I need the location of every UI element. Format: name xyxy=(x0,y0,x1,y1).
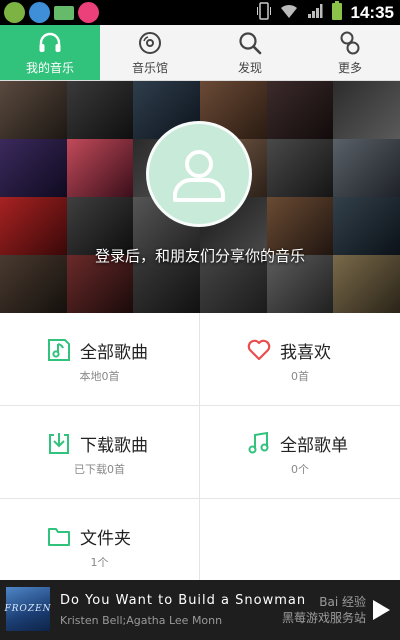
entry-count: 1个 xyxy=(90,556,109,569)
app-notification-icon xyxy=(4,2,25,23)
download-icon xyxy=(49,433,69,454)
play-icon[interactable] xyxy=(370,598,392,622)
more-icon xyxy=(340,31,360,55)
flower-notification-icon xyxy=(78,2,99,23)
tab-bar: 我的音乐 音乐馆 发现 更多 xyxy=(0,25,400,81)
all-songs-entry[interactable]: 全部歌曲 本地0首 xyxy=(0,313,200,406)
music-note-icon xyxy=(48,339,70,361)
battery-icon xyxy=(331,0,343,25)
entry-count: 0首 xyxy=(291,370,309,383)
entry-count: 本地0首 xyxy=(79,370,120,383)
tab-label: 发现 xyxy=(237,61,262,75)
entry-title: 全部歌曲 xyxy=(80,342,148,363)
album-cover[interactable]: FROZEN xyxy=(4,587,52,631)
album-tile xyxy=(333,81,400,139)
heart-icon xyxy=(247,339,271,361)
disc-icon xyxy=(139,32,161,54)
user-avatar-button[interactable] xyxy=(146,121,252,227)
entry-title: 全部歌单 xyxy=(280,435,348,456)
login-prompt-link[interactable]: 登录后，和朋友们分享你的音乐 xyxy=(0,245,400,266)
tab-more[interactable]: 更多 xyxy=(300,25,400,80)
headphones-icon xyxy=(39,32,61,52)
entry-count: 已下载0首 xyxy=(74,463,125,476)
envelope-notification-icon xyxy=(54,5,74,20)
tab-label: 我的音乐 xyxy=(25,61,74,75)
notification-icons xyxy=(4,2,99,23)
library-grid: 全部歌曲 本地0首 我喜欢 0首 下载歌曲 已下载0首 全部歌单 0个 文件夹 … xyxy=(0,313,400,580)
watermark-line: Bai 经验 xyxy=(319,595,366,609)
tab-label: 音乐馆 xyxy=(131,61,168,75)
profile-banner: 登录后，和朋友们分享你的音乐 xyxy=(0,81,400,313)
search-icon xyxy=(239,32,262,55)
tab-label: 更多 xyxy=(337,61,362,75)
signal-icon xyxy=(307,3,323,23)
album-tile xyxy=(66,139,134,197)
tab-music-hall[interactable]: 音乐馆 xyxy=(100,25,200,80)
all-playlists-entry[interactable]: 全部歌单 0个 xyxy=(200,406,400,499)
album-tile xyxy=(266,81,334,139)
album-tile xyxy=(266,139,334,197)
clock: 14:35 xyxy=(350,2,394,22)
vibrate-icon xyxy=(256,1,271,24)
wifi-icon xyxy=(279,3,299,23)
entry-title: 下载歌曲 xyxy=(80,435,148,456)
folders-entry[interactable]: 文件夹 1个 xyxy=(0,499,200,580)
tab-my-music[interactable]: 我的音乐 xyxy=(0,25,100,80)
artist-name: Kristen Bell;Agatha Lee Monn xyxy=(60,614,223,627)
watermark: Bai 经验 黑莓游戏服务站 xyxy=(282,594,366,626)
favorites-entry[interactable]: 我喜欢 0首 xyxy=(200,313,400,406)
playlist-icon xyxy=(248,431,269,454)
entry-title: 我喜欢 xyxy=(280,342,331,363)
mini-player[interactable]: FROZEN Do You Want to Build a Snowman Kr… xyxy=(0,580,400,640)
album-tile xyxy=(0,81,67,139)
cover-title: FROZEN xyxy=(4,604,52,614)
watermark-line: 黑莓游戏服务站 xyxy=(281,611,366,625)
song-title: Do You Want to Build a Snowman xyxy=(60,593,307,608)
folder-icon xyxy=(48,528,70,546)
entry-count: 0个 xyxy=(291,463,309,476)
album-tile xyxy=(333,139,400,197)
album-tile xyxy=(0,139,67,197)
downloaded-songs-entry[interactable]: 下载歌曲 已下载0首 xyxy=(0,406,200,499)
tab-discover[interactable]: 发现 xyxy=(200,25,300,80)
globe-notification-icon xyxy=(29,2,50,23)
album-tile xyxy=(66,81,134,139)
entry-title: 文件夹 xyxy=(80,528,131,549)
status-bar: 14:35 xyxy=(0,0,400,25)
user-icon xyxy=(173,150,225,202)
